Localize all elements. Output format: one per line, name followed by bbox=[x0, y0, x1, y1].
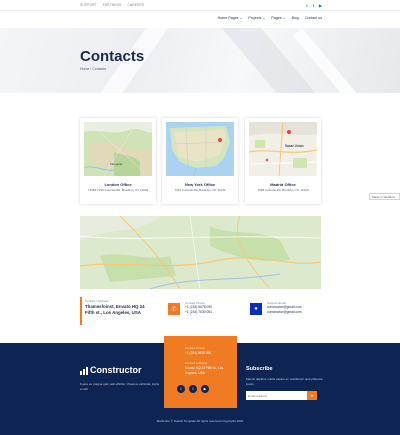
top-link-partners[interactable]: PARTNERS bbox=[103, 3, 122, 7]
facebook-icon[interactable]: f bbox=[189, 385, 197, 393]
email-address[interactable]: constructor@gmail.com bbox=[267, 310, 302, 315]
office-address: 7301 Colonial Rd, Brooklyn, NY 11209 bbox=[174, 188, 226, 192]
breadcrumb[interactable]: Home / Contacts bbox=[80, 67, 106, 71]
logo-icon bbox=[80, 367, 88, 375]
office-card-london: Mongolia London Office 73481 7299 Coloni… bbox=[80, 118, 156, 204]
office-map-london[interactable]: Mongolia bbox=[84, 122, 152, 176]
subscribe-button[interactable]: ➤ bbox=[307, 391, 317, 400]
top-bar: SUPPORT PARTNERS CAREERS t f ▶ bbox=[0, 0, 400, 12]
nav-item-home-pages[interactable]: Home Pages ⌄ bbox=[218, 16, 243, 20]
footer-address-label: Contact Address bbox=[185, 361, 208, 365]
copyright: Martindoc © Dustrix Template All rights … bbox=[156, 419, 244, 423]
top-link-support[interactable]: SUPPORT bbox=[80, 3, 97, 7]
footer-address: Envato HQ 24 Fifth st., Los Angeles, USA bbox=[185, 366, 224, 375]
nav-item-blog[interactable]: Blog bbox=[292, 16, 299, 20]
top-social: t f ▶ bbox=[306, 3, 322, 8]
twitter-icon[interactable]: t bbox=[177, 385, 185, 393]
map-graphic bbox=[166, 122, 234, 176]
office-address: 73481 7299 Colonial Rd, Brooklyn, NY 112… bbox=[87, 188, 149, 192]
office-card-madrid: Sasar Union Madrid Office 7298 Colonial … bbox=[245, 118, 321, 204]
office-map-madrid[interactable]: Sasar Union bbox=[249, 122, 317, 176]
office-name: Madrid Office bbox=[270, 182, 296, 187]
main-nav: Home Pages ⌄ Projects ⌄ Pages ⌄ Blog Con… bbox=[218, 16, 322, 20]
footer-phone[interactable]: +1 (234) 5678 090 bbox=[185, 351, 211, 356]
subscribe-email-input[interactable] bbox=[246, 391, 307, 400]
phone-icon: ✆ bbox=[168, 303, 180, 315]
subscribe-description: Mauris dapibus mattis sapien ac vestibul… bbox=[246, 377, 323, 386]
map-graphic bbox=[84, 122, 152, 176]
chat-icon: ● bbox=[250, 303, 262, 315]
youtube-icon[interactable]: ▶ bbox=[201, 385, 209, 393]
nav-item-projects[interactable]: Projects ⌄ bbox=[248, 16, 265, 20]
send-icon: ➤ bbox=[310, 393, 314, 398]
map-label: Mongolia bbox=[110, 162, 123, 166]
nav-item-pages[interactable]: Pages ⌄ bbox=[271, 16, 285, 20]
address-text: Thamesfoinst, Envato HQ 24 Fifth st., Lo… bbox=[85, 304, 145, 315]
office-name: New York Office bbox=[184, 182, 216, 187]
footer-social: t f ▶ bbox=[177, 385, 209, 393]
footer-logo[interactable]: Constructor bbox=[80, 365, 142, 375]
subscribe-title: Subscribe bbox=[246, 366, 273, 372]
office-card-new-york: New York Office 7301 Colonial Rd, Brookl… bbox=[162, 118, 238, 204]
made-in-webflow-badge[interactable]: Made in Webflow bbox=[369, 193, 400, 200]
map-graphic bbox=[249, 122, 317, 176]
office-address: 7298 Colonial Rd, Brooklyn, NY 11209 bbox=[257, 188, 309, 192]
footer-description: Fusce eu magna quis velit efficitur. Viv… bbox=[80, 382, 160, 391]
footer-phone-label: Contact Phone bbox=[185, 346, 205, 350]
nav-item-contact[interactable]: Contact us bbox=[305, 16, 322, 20]
hero-banner bbox=[0, 28, 400, 93]
map-label: Sasar Union bbox=[285, 144, 304, 148]
twitter-icon[interactable]: t bbox=[306, 3, 307, 8]
top-links: SUPPORT PARTNERS CAREERS bbox=[80, 3, 144, 7]
top-link-careers[interactable]: CAREERS bbox=[127, 3, 144, 7]
address-label: Contact / Address bbox=[85, 299, 109, 303]
accent-bar bbox=[80, 297, 82, 325]
map-graphic bbox=[80, 216, 321, 289]
facebook-icon[interactable]: f bbox=[313, 3, 314, 8]
youtube-icon[interactable]: ▶ bbox=[319, 3, 322, 8]
phone-number[interactable]: +1 (234) 7630 054 bbox=[185, 310, 212, 315]
office-map-new-york[interactable] bbox=[166, 122, 234, 176]
page-title: Contacts bbox=[80, 48, 145, 65]
location-map[interactable] bbox=[80, 216, 321, 289]
office-name: London Office bbox=[104, 182, 132, 187]
divider bbox=[0, 10, 400, 11]
brand-name: Constructor bbox=[90, 365, 142, 375]
